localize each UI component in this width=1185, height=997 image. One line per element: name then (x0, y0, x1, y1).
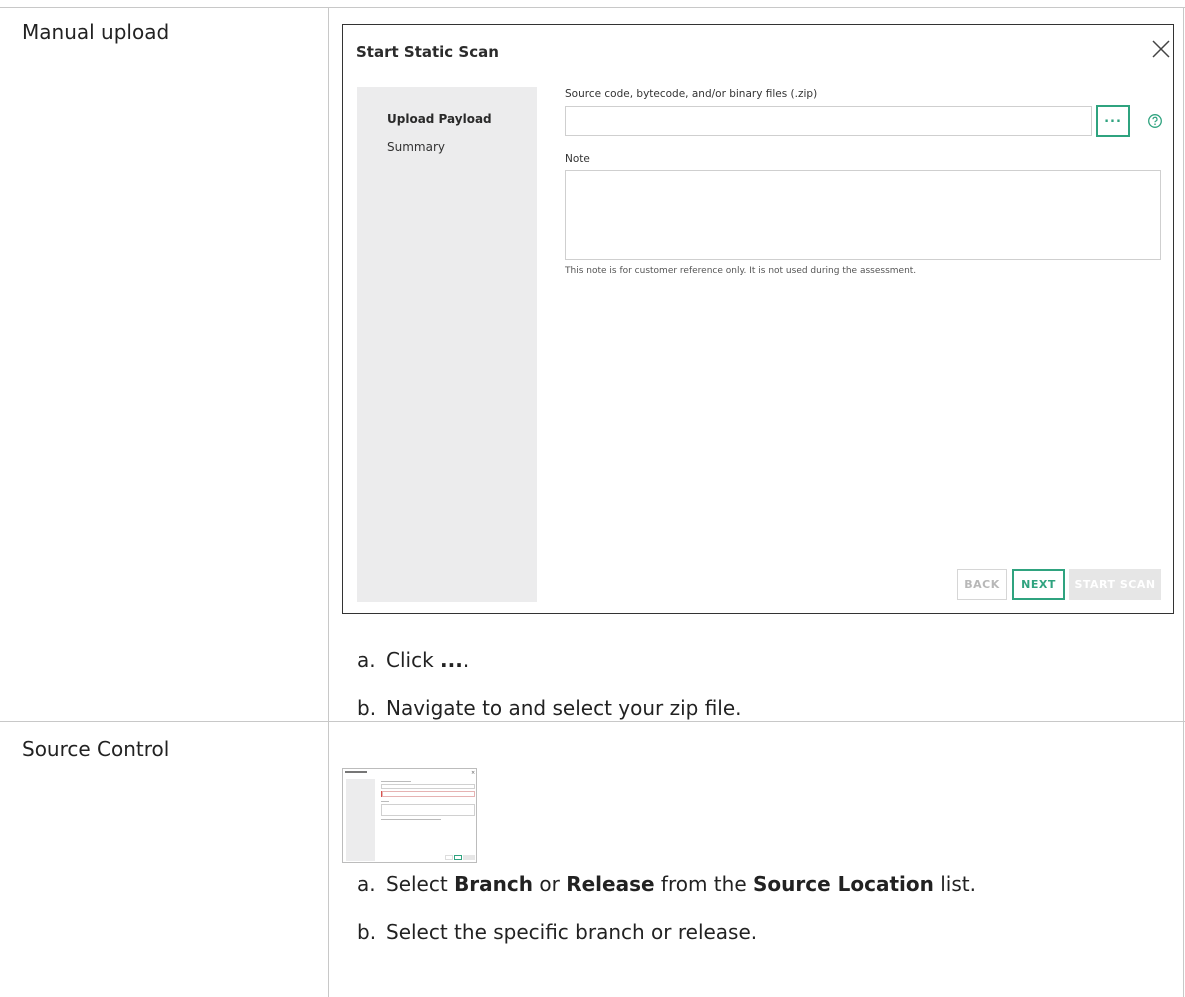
row-divider (0, 721, 1185, 722)
browse-button[interactable]: ... (1096, 105, 1130, 137)
start-static-scan-dialog: Start Static Scan Upload Payload Summary… (342, 24, 1174, 614)
step-b: b. Navigate to and select your zip file. (357, 696, 742, 720)
step-a: a. Click .... (357, 648, 470, 672)
wizard-step-upload-payload[interactable]: Upload Payload (387, 112, 492, 126)
file-field-label: Source code, bytecode, and/or binary fil… (565, 88, 818, 100)
dialog-title: Start Static Scan (356, 43, 499, 61)
column-divider (328, 7, 329, 997)
close-icon[interactable] (1150, 38, 1172, 60)
source-control-thumbnail: × (342, 768, 477, 863)
file-path-input[interactable] (565, 106, 1092, 136)
start-scan-button[interactable]: START SCAN (1069, 569, 1161, 600)
wizard-sidebar: Upload Payload Summary (357, 87, 537, 602)
back-button[interactable]: BACK (957, 569, 1007, 600)
help-icon[interactable] (1147, 113, 1163, 129)
note-textarea[interactable] (565, 170, 1161, 260)
note-hint-text: This note is for customer reference only… (565, 266, 917, 276)
next-button[interactable]: NEXT (1012, 569, 1065, 600)
table-top-border (0, 7, 1185, 8)
document-table: Manual upload Start Static Scan Upload P… (0, 0, 1185, 997)
wizard-step-summary[interactable]: Summary (387, 140, 445, 154)
row-label-manual-upload: Manual upload (22, 20, 170, 44)
row-label-source-control: Source Control (22, 737, 170, 761)
table-right-border (1183, 7, 1184, 997)
step-b: b. Select the specific branch or release. (357, 920, 758, 944)
note-field-label: Note (565, 153, 590, 165)
step-a: a. Select Branch or Release from the Sour… (357, 872, 976, 896)
